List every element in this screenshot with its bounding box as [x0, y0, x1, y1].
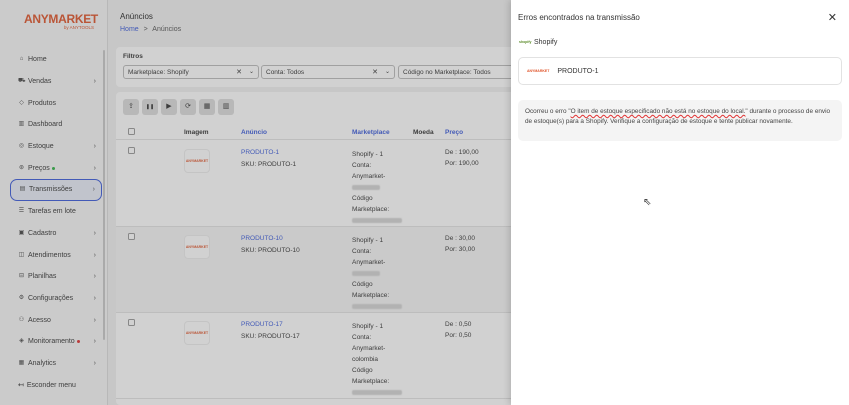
shopify-logo-icon: shopify — [519, 40, 532, 44]
drawer-product-name: PRODUTO-1 — [557, 67, 599, 75]
errors-drawer: Erros encontrados na transmissão ✕ shopi… — [511, 0, 849, 405]
error-message-prefix: Ocorreu o erro " — [525, 108, 571, 115]
drawer-store: shopify Shopify — [519, 39, 557, 46]
product-thumbnail: ANYMARKET — [527, 69, 550, 73]
drawer-title: Erros encontrados na transmissão — [518, 13, 640, 22]
error-message: Ocorreu o erro "O item de estoque especi… — [518, 100, 842, 141]
error-message-highlight: O item de estoque especificado não está … — [570, 108, 746, 115]
close-icon[interactable]: ✕ — [828, 11, 837, 24]
drawer-product-card: ANYMARKET PRODUTO-1 — [518, 57, 842, 85]
modal-backdrop[interactable] — [0, 0, 511, 405]
mouse-cursor-icon: ⇖ — [643, 197, 652, 208]
drawer-store-name: Shopify — [534, 39, 558, 46]
